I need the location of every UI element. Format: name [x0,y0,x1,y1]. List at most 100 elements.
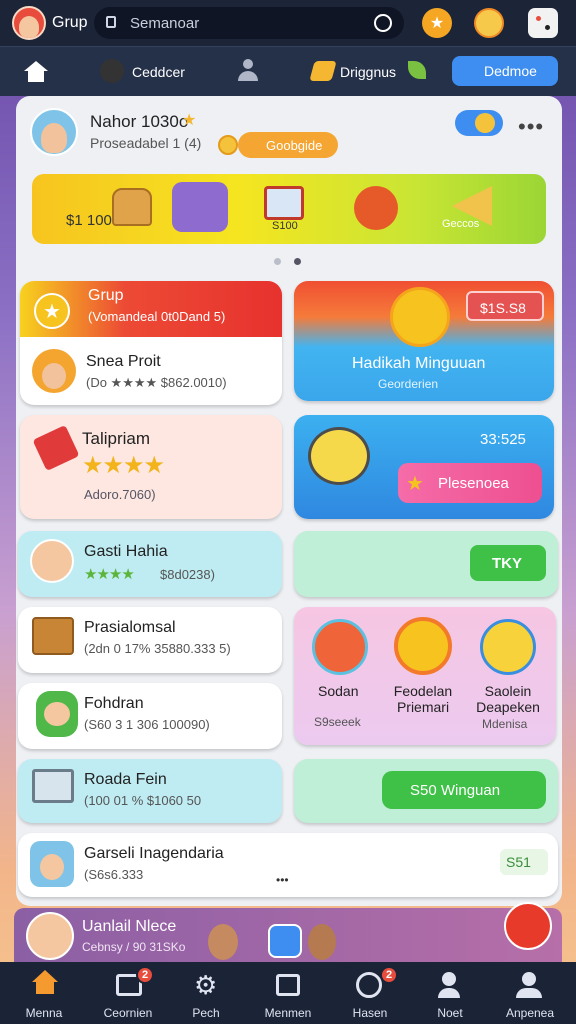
trio-1-sub: S9seeek [314,715,361,729]
tab-menna[interactable]: Menna [4,962,84,1024]
star-icon: ★ [406,473,424,495]
fohdran-title: Fohdran [84,695,144,712]
profile-card-avatar[interactable] [30,108,78,156]
roada-title: Roada Fein [84,771,167,788]
group-label[interactable]: Grup [52,14,88,32]
coin-icon [218,135,238,155]
footer-subtitle: Cebnsy / 90 31SKo [82,940,186,954]
user-icon [522,972,536,986]
bonus-button-label: Plesenoea [438,475,509,492]
tab-label: Pech [192,1006,220,1020]
gift-emoji-icon [312,619,368,675]
talip-card[interactable]: Talipriam ★★★★ Adoro.7060) [20,415,282,519]
nav-bar: Ceddcer Driggnus Dedmoe [0,46,576,96]
helmet-icon [354,186,398,230]
grup-card[interactable]: ★ Grup (Vomandeal 0t0Dand 5) Snea Proit … [20,281,282,405]
tab-label: Hasen [352,1006,388,1020]
bonus-button[interactable]: ★ Plesenoea [398,463,542,503]
crate-icon [32,617,74,655]
profile-name: Nahor 1030o [90,112,189,131]
garseli-title: Garseli Inagendaria [84,845,224,862]
tab-anpenea[interactable]: Anpenea [490,962,570,1024]
share-button[interactable] [268,924,302,958]
tky-card: TKY [294,531,558,597]
tab-noet[interactable]: Noet [410,962,490,1024]
banner-coin-value: $1 100 [66,212,112,229]
person-icon[interactable] [238,59,258,83]
snea-title: Snea Proit [86,353,161,370]
dice-icon[interactable] [528,8,558,38]
gold-icon [309,61,337,81]
sun-emoji-icon [394,617,452,675]
star-badge-icon: ★ [34,293,70,329]
tky-button[interactable]: TKY [470,545,546,581]
notification-badge: 2 [380,966,398,984]
gasti-avatar [30,539,74,583]
footer-profile[interactable]: Uanlail Nlece Cebnsy / 90 31SKo [14,902,562,962]
trio-2-title: Feodelan Priemari [393,683,453,715]
nav-item-1[interactable]: Ceddcer [132,64,185,80]
profile-avatar[interactable] [12,6,46,40]
record-button[interactable] [504,902,552,950]
trophy-icon[interactable]: ★ [422,8,452,38]
carousel-dots[interactable] [274,258,304,266]
timer-icon[interactable] [374,14,392,32]
garseli-subtitle: (S6s6.333 [84,867,144,882]
box-character-icon [172,182,228,232]
winguan-button[interactable]: S50 Winguan [382,771,546,809]
tab-ceornien[interactable]: 2 Ceornien [88,962,168,1024]
coin-toggle[interactable] [455,110,503,136]
rating-stars: ★★★★ [84,566,135,583]
roada-subtitle: (100 01 % $1060 50 [84,793,202,808]
nav-item-3: Dedmoe [484,63,537,79]
hadiah-price[interactable]: $1S.S8 [466,291,544,321]
bonus-card[interactable]: 33:525 ★ Plesenoea [294,415,554,519]
grup-subtitle: (Vomandeal 0t0Dand 5) [88,309,226,324]
home-icon [32,970,58,982]
nav-button-3[interactable]: Dedmoe [452,56,558,86]
trio-3-title: Saolein Deapeken [476,683,540,715]
computer-icon [32,769,74,803]
friend-avatar [308,924,336,960]
emoji-face-icon[interactable] [474,8,504,38]
hadiah-card[interactable]: $1S.S8 Hadikah Minguuan Georderien [294,281,554,401]
gasti-card[interactable]: Gasti Hahia ★★★★ $8d0238) [18,531,282,597]
snea-subtitle: (Do ★★★★ $862.0010) [86,375,227,390]
nav-item-2[interactable]: Driggnus [340,64,396,80]
top-bar: Grup Semanoar ★ [0,0,576,46]
search-bar[interactable]: Semanoar [94,7,404,39]
garseli-card[interactable]: Garseli Inagendaria (S6s6.333 ••• S51 [18,833,558,897]
search-input[interactable]: Semanoar [130,15,199,32]
garseli-avatar [30,841,74,887]
hadiah-title: Hadikah Minguuan [352,355,486,372]
garseli-badge-label: S51 [506,854,531,870]
bottom-tab-bar: Menna 2 Ceornien ⚙ Pech Menmen 2 Hasen N… [0,962,576,1024]
coin-pill[interactable]: Goobgide [238,132,338,158]
tab-menmen[interactable]: Menmen [248,962,328,1024]
gasti-title: Gasti Hahia [84,543,168,560]
leaf-icon [408,61,426,79]
tab-label: Ceornien [103,1006,153,1020]
home-icon[interactable] [24,61,48,83]
fohdran-card[interactable]: Fohdran (S60 3 1 306 100090) [18,683,282,749]
compass-icon [356,972,382,998]
bonus-value: 33:525 [480,431,526,448]
lock-icon [106,16,116,28]
trio-3-sub: Mdenisa [482,717,528,731]
garseli-badge[interactable]: S51 [500,849,548,875]
profile-subtitle: Proseadabel 1 (4) [90,135,202,151]
more-icon[interactable]: ••• [518,114,544,140]
prasial-subtitle: (2dn 0 17% 35880.333 5) [84,641,231,656]
star-icon: ★ [182,112,197,129]
trio-card[interactable]: Sodan S9seeek Feodelan Priemari Saolein … [294,607,556,745]
tab-label: Menmen [264,1006,312,1020]
rewards-banner[interactable]: $1 100 S100 Geccos [32,174,546,244]
tab-pech[interactable]: ⚙ Pech [166,962,246,1024]
pager-dots[interactable]: ••• [276,873,289,887]
talip-title: Talipriam [82,429,151,448]
prasial-card[interactable]: Prasialomsal (2dn 0 17% 35880.333 5) [18,607,282,673]
tab-hasen[interactable]: 2 Hasen [330,962,410,1024]
coin-pill-label: Goobgide [266,138,323,153]
hadiah-subtitle: Georderien [378,377,439,391]
roada-card[interactable]: Roada Fein (100 01 % $1060 50 [18,759,282,823]
